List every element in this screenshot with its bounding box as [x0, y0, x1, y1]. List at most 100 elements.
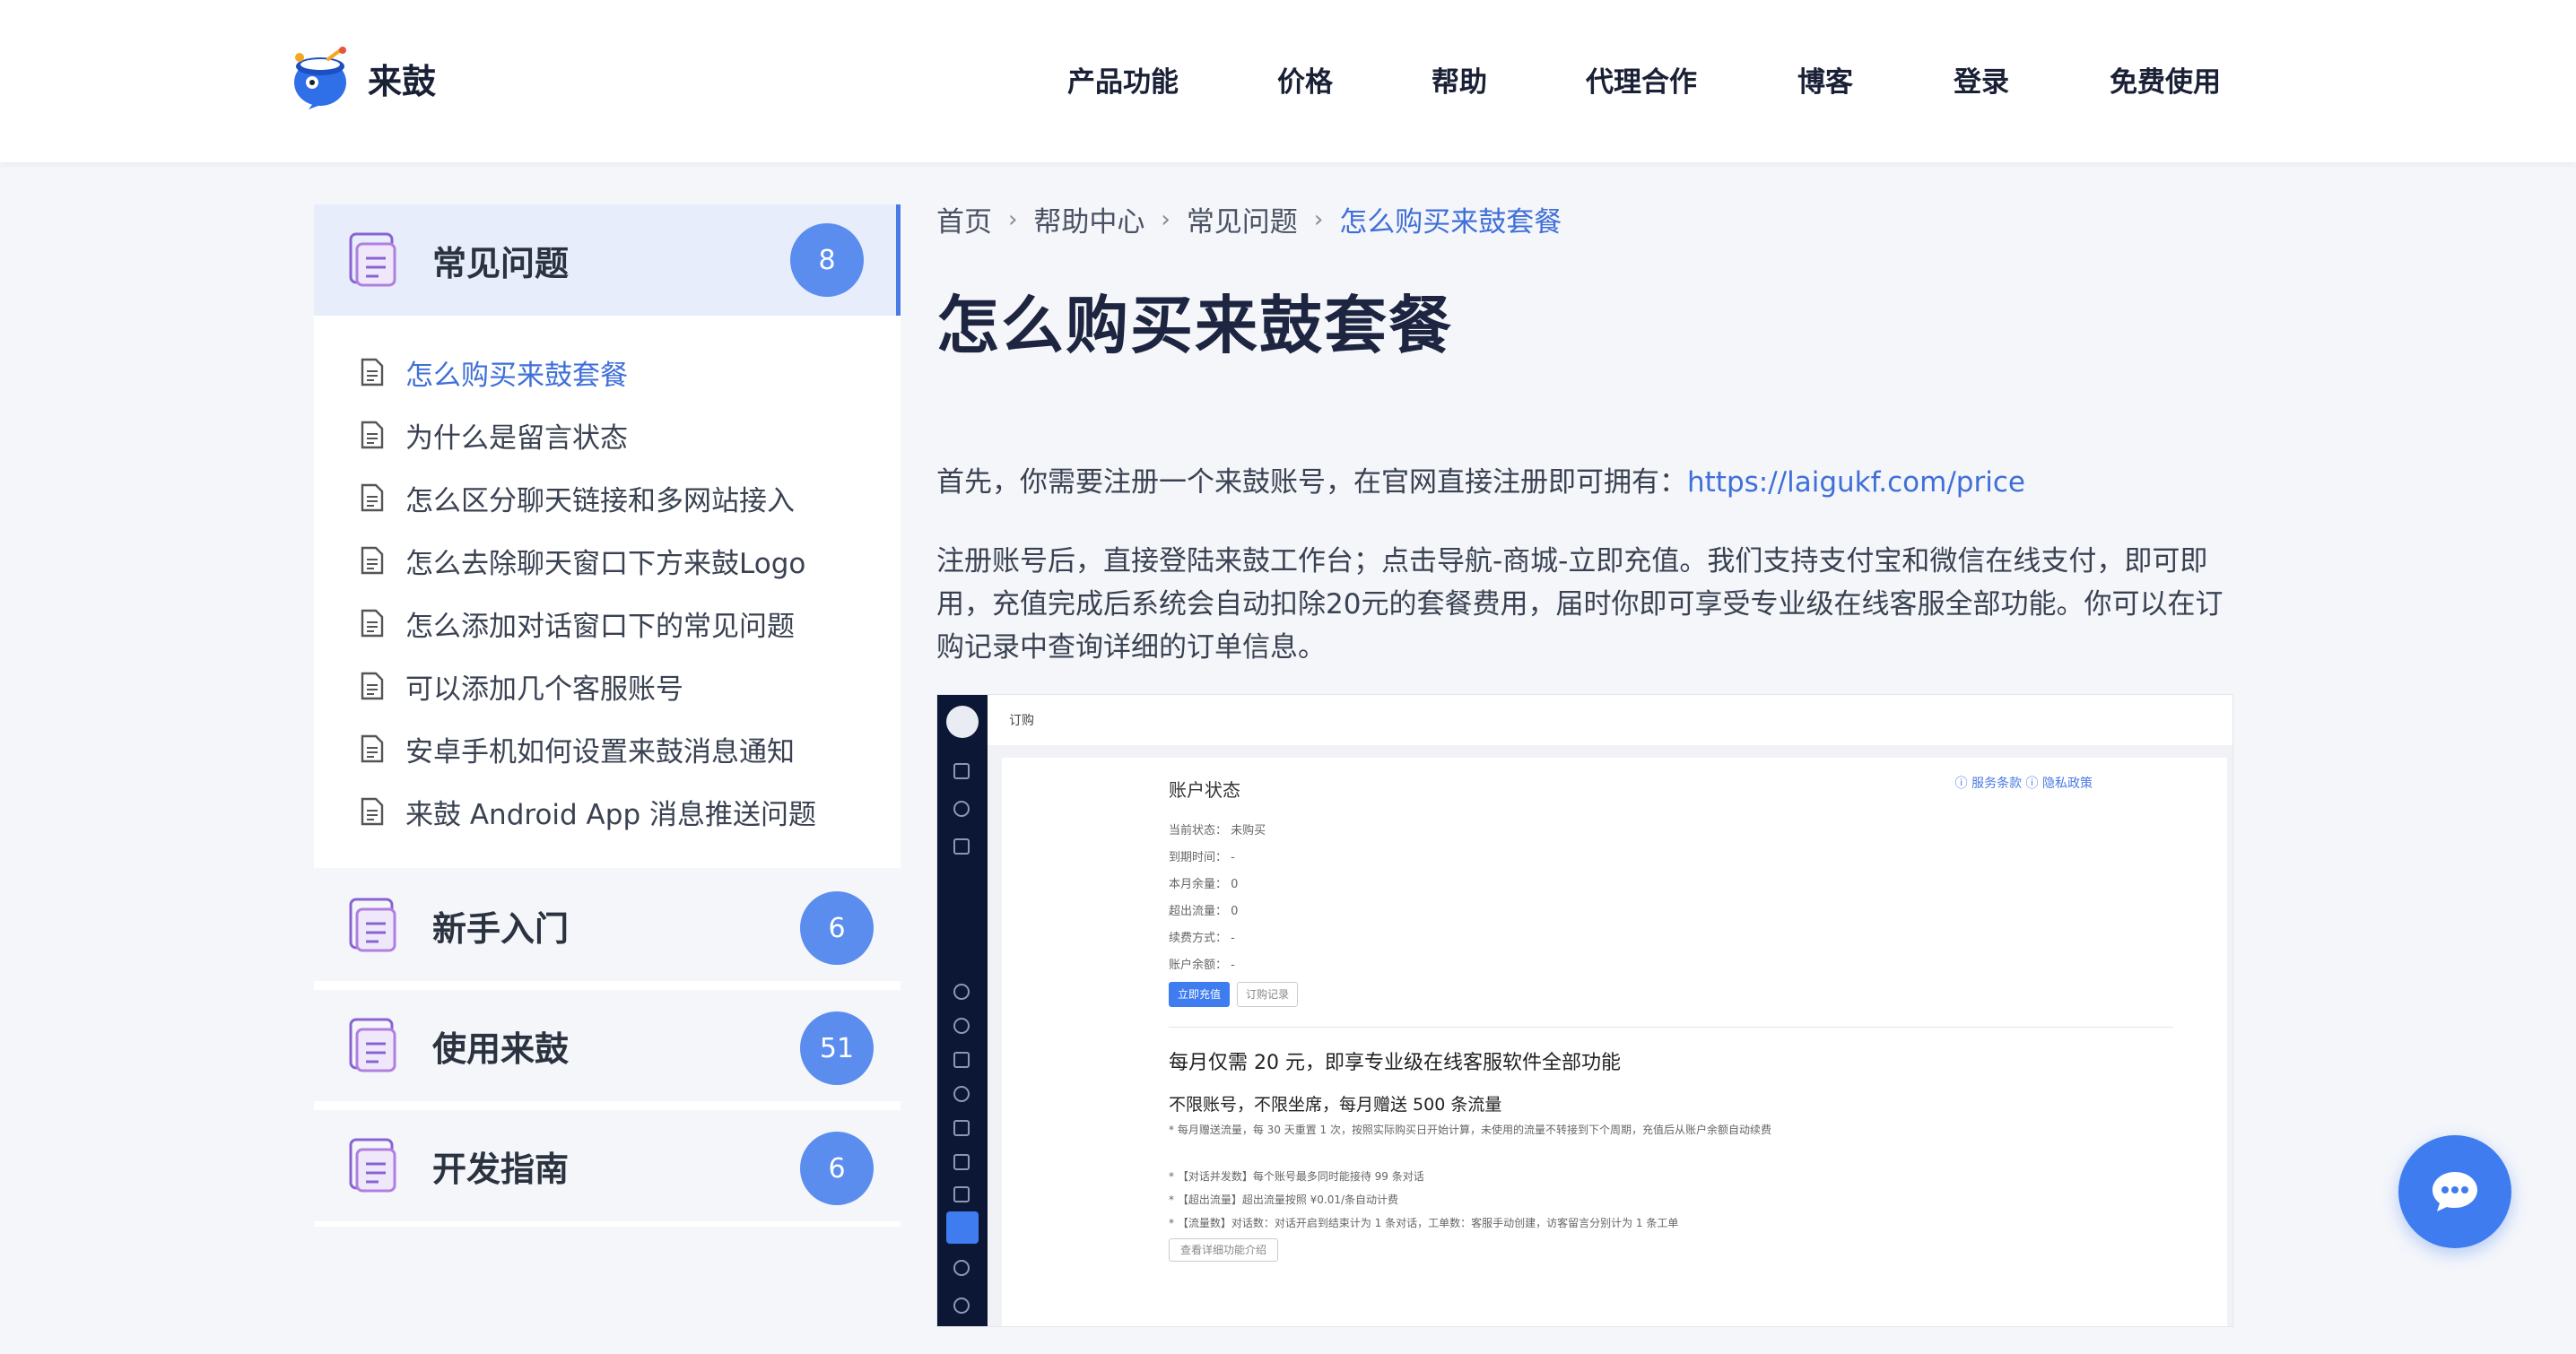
contact-icon	[953, 1086, 970, 1102]
list-item[interactable]: 来鼓 Android App 消息推送问题	[314, 780, 901, 843]
brand-name: 来鼓	[368, 61, 437, 101]
breadcrumb: 首页 › 帮助中心 › 常见问题 › 怎么购买来鼓套餐	[936, 199, 2237, 239]
shop-icon	[946, 1211, 979, 1244]
monitor-icon	[953, 1154, 970, 1170]
brand-logo[interactable]: 来鼓	[292, 47, 436, 109]
article-title: 怎么添加对话窗口下的常见问题	[405, 610, 795, 643]
folder-doc-icon	[349, 1018, 396, 1072]
list-item[interactable]: 安卓手机如何设置来鼓消息通知	[314, 717, 901, 780]
clipboard-icon	[953, 838, 970, 855]
nav-partner[interactable]: 代理合作	[1586, 59, 1697, 100]
chevron-right-icon: ›	[1161, 205, 1171, 233]
list-item[interactable]: 怎么区分聊天链接和多网站接入	[314, 466, 901, 529]
nav-free-trial[interactable]: 免费使用	[2110, 59, 2221, 100]
category-title: 新手入门	[432, 908, 570, 949]
settings-icon	[953, 1260, 970, 1276]
nav-pricing[interactable]: 价格	[1277, 59, 1333, 100]
article-title: 怎么区分聊天链接和多网站接入	[405, 484, 795, 517]
help-sidebar: 常见问题 8 怎么购买来鼓套餐 为什么是留言状态 怎么区分聊天链接和多网站接入 …	[314, 204, 901, 1227]
robot-icon	[953, 1186, 970, 1202]
count-badge: 6	[800, 1132, 874, 1205]
count-badge: 8	[790, 223, 864, 297]
list-item[interactable]: 可以添加几个客服账号	[314, 655, 901, 717]
faq-article-list: 怎么购买来鼓套餐 为什么是留言状态 怎么区分聊天链接和多网站接入 怎么去除聊天窗…	[314, 316, 901, 868]
nav-login[interactable]: 登录	[1954, 59, 2009, 100]
message-icon	[953, 1298, 970, 1314]
list-item[interactable]: 为什么是留言状态	[314, 404, 901, 466]
screenshot-topbar: 订购	[988, 695, 2232, 745]
live-chat-button[interactable]	[2398, 1135, 2511, 1248]
folder-doc-icon	[349, 232, 396, 287]
article-title: 怎么去除聊天窗口下方来鼓Logo	[405, 547, 806, 580]
nav-blog[interactable]: 博客	[1797, 59, 1853, 100]
document-icon	[361, 483, 384, 512]
policy-links: ⓘ 服务条款 ⓘ 隐私政策	[1954, 777, 2093, 791]
status-row: 到期时间： -	[1169, 851, 1235, 864]
count-badge: 51	[800, 1011, 874, 1085]
dashboard-icon	[953, 763, 970, 779]
avatar	[946, 706, 979, 738]
document-icon	[361, 797, 384, 826]
article-paragraph: 首先，你需要注册一个来鼓账号，在官网直接注册即可拥有：https://laigu…	[936, 461, 2237, 504]
divider	[314, 1101, 901, 1110]
plan-note: * 【流量数】对话数：对话开启到结束计为 1 条对话，工单数：客服手动创建，访客…	[1169, 1217, 1679, 1229]
category-dev-guide[interactable]: 开发指南 6	[314, 1110, 901, 1221]
article-title: 为什么是留言状态	[405, 421, 628, 455]
price-link[interactable]: https://laigukf.com/price	[1687, 466, 2025, 499]
article-title: 安卓手机如何设置来鼓消息通知	[405, 735, 795, 768]
status-row: 超出流量： 0	[1169, 905, 1239, 918]
plan-note: * 【对话并发数】每个账号最多同时能接待 99 条对话	[1169, 1170, 1424, 1183]
breadcrumb-faq[interactable]: 常见问题	[1187, 199, 1298, 239]
category-faq[interactable]: 常见问题 8	[314, 204, 901, 316]
page-title: 怎么购买来鼓套餐	[936, 289, 1453, 362]
gauge-icon	[953, 1018, 970, 1034]
screenshot-sidebar	[937, 695, 988, 1326]
plan-note: * 【超出流量】超出流量按照 ¥0.01/条自动计费	[1169, 1193, 1399, 1206]
category-getting-started[interactable]: 新手入门 6	[314, 870, 901, 981]
purchase-screenshot: 订购 账户状态 ⓘ 服务条款 ⓘ 隐私政策 当前状态： 未购买 到期时间： - …	[936, 694, 2233, 1327]
recharge-button: 立即充值	[1169, 982, 1230, 1007]
breadcrumb-help-center[interactable]: 帮助中心	[1033, 199, 1144, 239]
document-icon	[361, 358, 384, 386]
order-history-button: 订购记录	[1237, 982, 1298, 1007]
document-icon	[361, 672, 384, 700]
list-item[interactable]: 怎么去除聊天窗口下方来鼓Logo	[314, 529, 901, 592]
paragraph-text: 首先，你需要注册一个来鼓账号，在官网直接注册即可拥有：	[936, 466, 1687, 499]
list-item[interactable]: 怎么购买来鼓套餐	[314, 341, 901, 404]
site-header: 来鼓 产品功能 价格 帮助 代理合作 博客 登录 免费使用	[0, 0, 2576, 162]
nav-product[interactable]: 产品功能	[1067, 59, 1179, 100]
category-title: 常见问题	[432, 243, 570, 283]
divider	[1169, 1027, 2173, 1028]
article-title: 可以添加几个客服账号	[405, 673, 683, 706]
main-nav: 产品功能 价格 帮助 代理合作 博客 登录 免费使用	[1067, 59, 2221, 100]
screenshot-card: 账户状态 ⓘ 服务条款 ⓘ 隐私政策 当前状态： 未购买 到期时间： - 本月余…	[1002, 758, 2227, 1326]
chevron-right-icon: ›	[1008, 205, 1018, 233]
status-row: 续费方式： -	[1169, 932, 1235, 945]
article-title: 来鼓 Android App 消息推送问题	[405, 798, 816, 831]
status-row: 账户余额： -	[1169, 959, 1235, 972]
list-item[interactable]: 怎么添加对话窗口下的常见问题	[314, 592, 901, 655]
document-icon	[361, 421, 384, 449]
plan-note: * 每月赠送流量，每 30 天重置 1 次，按照实际购买日开始计算，未使用的流量…	[1169, 1124, 1771, 1136]
article-title: 怎么购买来鼓套餐	[405, 359, 628, 392]
feature-details-button: 查看详细功能介绍	[1169, 1238, 1278, 1262]
account-status-title: 账户状态	[1169, 779, 1240, 801]
document-icon	[361, 546, 384, 575]
breadcrumb-home[interactable]: 首页	[936, 199, 992, 239]
divider	[314, 981, 901, 990]
nav-help[interactable]: 帮助	[1432, 59, 1487, 100]
divider	[314, 1221, 901, 1227]
folder-doc-icon	[349, 1138, 396, 1193]
chart-icon	[953, 1052, 970, 1068]
shield-icon	[953, 1120, 970, 1136]
folder-doc-icon	[349, 898, 396, 952]
category-using-laigu[interactable]: 使用来鼓 51	[314, 990, 901, 1101]
category-title: 使用来鼓	[432, 1029, 570, 1069]
status-row: 当前状态： 未购买	[1169, 824, 1266, 838]
article-paragraph: 注册账号后，直接登陆来鼓工作台；点击导航-商城-立即充值。我们支持支付宝和微信在…	[936, 545, 2224, 664]
article-main: 首页 › 帮助中心 › 常见问题 › 怎么购买来鼓套餐 怎么购买来鼓套餐 首先，…	[936, 199, 2237, 669]
document-icon	[361, 609, 384, 638]
status-row: 本月余量： 0	[1169, 878, 1239, 891]
count-badge: 6	[800, 891, 874, 965]
user-icon	[953, 984, 970, 1000]
